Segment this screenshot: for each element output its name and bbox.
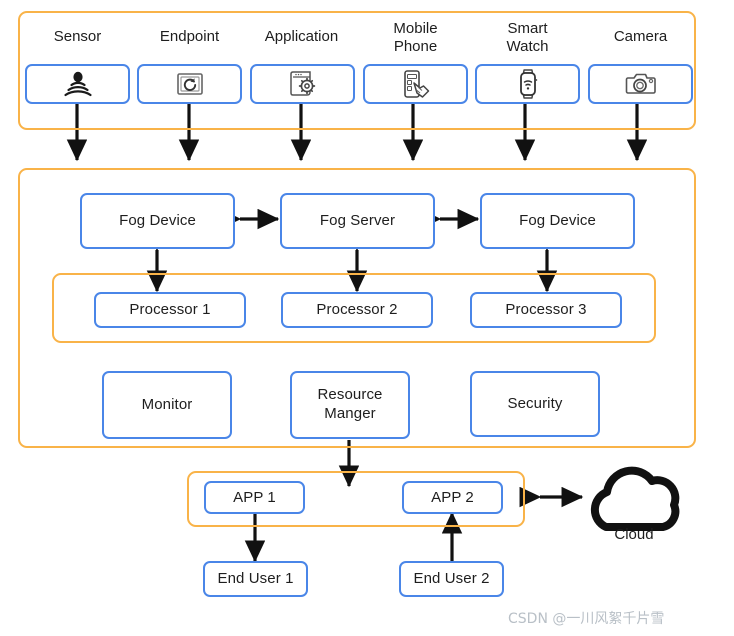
- end-user-2-label: End User 2: [413, 570, 490, 588]
- service-monitor-label: Monitor: [141, 396, 193, 414]
- end-device-smart-watch[interactable]: [475, 64, 580, 104]
- service-resource-manger-label: Resource Manger: [314, 386, 387, 424]
- service-monitor[interactable]: Monitor: [102, 371, 232, 439]
- app-2[interactable]: APP 2: [402, 481, 503, 514]
- device-label-sensor: Sensor: [53, 28, 102, 45]
- fog-device-1-label: Fog Device: [119, 212, 196, 230]
- end-device-endpoint[interactable]: [137, 64, 242, 104]
- device-label-application: Application: [264, 28, 339, 45]
- device-label-endpoint: Endpoint: [159, 28, 220, 45]
- fog-server[interactable]: Fog Server: [280, 193, 435, 249]
- processor-2[interactable]: Processor 2: [281, 292, 433, 328]
- wireless-sensor-icon: [63, 71, 92, 97]
- device-label-mobile-phone-line2: Phone: [393, 38, 438, 55]
- processor-1[interactable]: Processor 1: [94, 292, 246, 328]
- fog-device-2-label: Fog Device: [519, 212, 596, 230]
- device-label-camera: Camera: [613, 28, 668, 45]
- mobile-phone-tap-icon: [403, 70, 429, 98]
- camera-icon: [625, 73, 656, 94]
- app-1[interactable]: APP 1: [204, 481, 305, 514]
- end-device-camera[interactable]: [588, 64, 693, 104]
- service-security[interactable]: Security: [470, 371, 600, 437]
- processor-3-label: Processor 3: [505, 301, 587, 319]
- device-label-smart-watch-line1: Smart: [507, 20, 548, 37]
- device-label-smart-watch-line2: Watch: [506, 38, 549, 55]
- diagram-canvas: Sensor Endpoint Application Mobile Phone…: [0, 0, 734, 636]
- service-resource-manger[interactable]: Resource Manger: [290, 371, 410, 439]
- processor-1-label: Processor 1: [129, 301, 211, 319]
- processor-3[interactable]: Processor 3: [470, 292, 622, 328]
- service-security-label: Security: [507, 395, 563, 413]
- device-label-mobile-phone-line1: Mobile: [393, 20, 438, 37]
- end-user-2[interactable]: End User 2: [399, 561, 504, 597]
- end-device-sensor[interactable]: [25, 64, 130, 104]
- app-2-label: APP 2: [431, 488, 474, 506]
- fog-server-label: Fog Server: [319, 212, 396, 230]
- end-user-1-label: End User 1: [217, 570, 294, 588]
- end-device-application[interactable]: [250, 64, 355, 104]
- fog-device-2[interactable]: Fog Device: [480, 193, 635, 249]
- fog-device-1[interactable]: Fog Device: [80, 193, 235, 249]
- cloud-label: Cloud: [614, 526, 654, 543]
- monitor-refresh-icon: [176, 73, 203, 95]
- end-device-mobile-phone[interactable]: [363, 64, 468, 104]
- app-1-label: APP 1: [233, 488, 276, 506]
- watermark: CSDN @一川风絮千片雪: [508, 611, 665, 627]
- browser-gear-icon: [289, 71, 315, 96]
- device-label-smart-watch: Smart Watch: [475, 20, 580, 56]
- service-resource-manger-label-line2: Manger: [324, 405, 376, 422]
- end-user-1[interactable]: End User 1: [203, 561, 308, 597]
- cloud-icon: [590, 466, 680, 531]
- smart-watch-wifi-icon: [519, 69, 537, 99]
- service-resource-manger-label-line1: Resource: [317, 386, 383, 404]
- device-label-mobile-phone: Mobile Phone: [363, 20, 468, 56]
- processor-2-label: Processor 2: [316, 301, 398, 319]
